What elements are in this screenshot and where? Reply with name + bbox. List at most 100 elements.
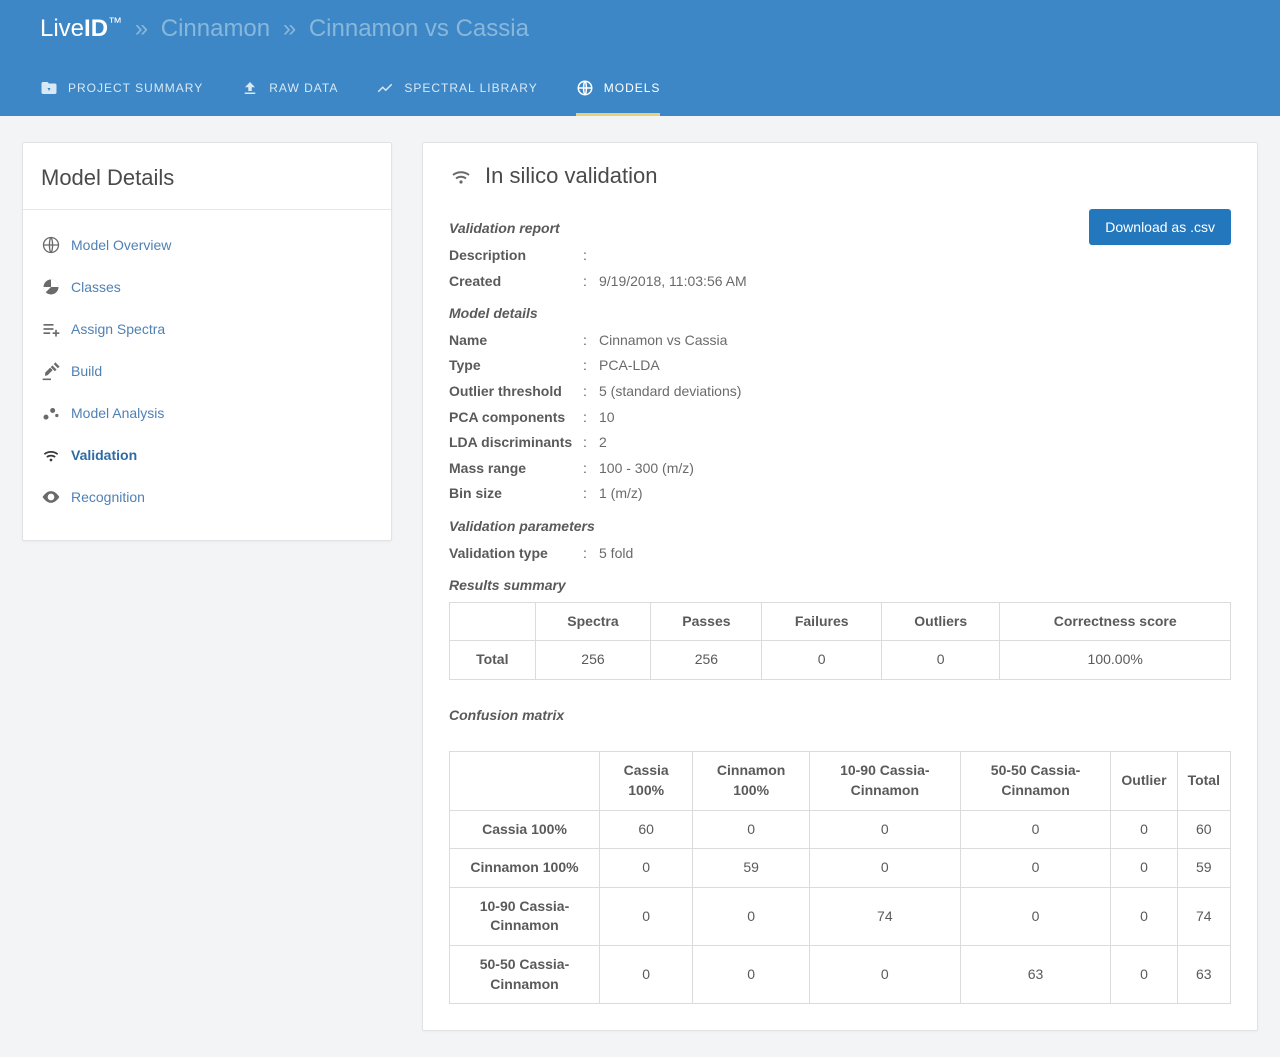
sidebar-item-classes[interactable]: Classes: [23, 266, 391, 308]
cell: 0: [960, 849, 1111, 888]
kv-sep: :: [583, 459, 593, 479]
kv-value: PCA-LDA: [599, 356, 660, 376]
cell: 0: [882, 641, 1000, 680]
results-summary-table: Spectra Passes Failures Outliers Correct…: [449, 602, 1231, 680]
kv-sep: :: [583, 433, 593, 453]
tab-models[interactable]: MODELS: [576, 64, 661, 116]
table-row: Cinnamon 100%05900059: [450, 849, 1231, 888]
sidebar-item-label: Assign Spectra: [71, 320, 165, 340]
eye-icon: [41, 487, 61, 507]
th: Outliers: [882, 602, 1000, 641]
cell: 60: [1177, 810, 1230, 849]
gavel-icon: [41, 361, 61, 381]
th: Spectra: [535, 602, 651, 641]
folder-icon: [40, 79, 58, 97]
th: [450, 602, 536, 641]
cell: 59: [1177, 849, 1230, 888]
table-row: 10-90 Cassia-Cinnamon00740074: [450, 887, 1231, 945]
cell: 100.00%: [1000, 641, 1231, 680]
globe-icon: [576, 79, 594, 97]
sidebar-title: Model Details: [23, 143, 391, 211]
table-row: 50-50 Cassia-Cinnamon00063063: [450, 946, 1231, 1004]
report-header: Validation report Description: Created:9…: [449, 209, 1231, 294]
th: Cassia 100%: [600, 752, 693, 810]
kv-value: 5 (standard deviations): [599, 382, 741, 402]
row-label: 10-90 Cassia-Cinnamon: [450, 887, 600, 945]
cell: 0: [1111, 849, 1177, 888]
kv-label: Mass range: [449, 459, 577, 479]
kv-name: Name:Cinnamon vs Cassia: [449, 328, 1231, 354]
row-label: 50-50 Cassia-Cinnamon: [450, 946, 600, 1004]
cell: 0: [960, 810, 1111, 849]
pie-icon: [41, 277, 61, 297]
kv-sep: :: [583, 272, 593, 292]
cell: 0: [1111, 810, 1177, 849]
kv-pca: PCA components:10: [449, 405, 1231, 431]
main: Model Details Model Overview Classes Ass…: [0, 116, 1280, 1057]
sidebar-item-recognition[interactable]: Recognition: [23, 476, 391, 518]
sidebar-item-build[interactable]: Build: [23, 350, 391, 392]
content-panel: In silico validation Validation report D…: [422, 142, 1258, 1032]
brand-live: Live: [40, 15, 84, 42]
cell: 0: [600, 849, 693, 888]
sidebar-item-label: Model Analysis: [71, 404, 164, 424]
table-header-row: Cassia 100% Cinnamon 100% 10-90 Cassia-C…: [450, 752, 1231, 810]
sidebar-item-label: Recognition: [71, 488, 145, 508]
sidebar-model-details: Model Details Model Overview Classes Ass…: [22, 142, 392, 542]
sidebar-item-assign-spectra[interactable]: Assign Spectra: [23, 308, 391, 350]
sidebar-item-label: Validation: [71, 446, 137, 466]
cell: 0: [600, 887, 693, 945]
th: Outlier: [1111, 752, 1177, 810]
cell: 63: [960, 946, 1111, 1004]
sidebar-item-label: Build: [71, 362, 102, 382]
breadcrumb-link-1[interactable]: Cinnamon: [161, 15, 270, 42]
th: Failures: [762, 602, 882, 641]
upload-icon: [241, 79, 259, 97]
th: Total: [1177, 752, 1230, 810]
cell: 256: [651, 641, 762, 680]
sidebar-item-validation[interactable]: Validation: [23, 434, 391, 476]
cell: 0: [600, 946, 693, 1004]
tab-raw-data[interactable]: RAW DATA: [241, 64, 338, 116]
row-label: Total: [450, 641, 536, 680]
report-meta: Validation report Description: Created:9…: [449, 209, 747, 294]
cell: 256: [535, 641, 651, 680]
cell: 60: [600, 810, 693, 849]
kv-bin-size: Bin size:1 (m/z): [449, 481, 1231, 507]
table-row: Total 256 256 0 0 100.00%: [450, 641, 1231, 680]
kv-created: Created:9/19/2018, 11:03:56 AM: [449, 269, 747, 295]
kv-value: 10: [599, 408, 615, 428]
app-header: LiveID™ » Cinnamon » Cinnamon vs Cassia …: [0, 0, 1280, 116]
cell: 0: [1111, 946, 1177, 1004]
kv-validation-type: Validation type:5 fold: [449, 541, 1231, 567]
download-csv-button[interactable]: Download as .csv: [1089, 209, 1231, 245]
scatter-icon: [41, 403, 61, 423]
kv-label: Type: [449, 356, 577, 376]
kv-label: Validation type: [449, 544, 577, 564]
tab-project-summary[interactable]: PROJECT SUMMARY: [40, 64, 203, 116]
list-plus-icon: [41, 319, 61, 339]
section-model-details: Model details: [449, 304, 1231, 324]
kv-label: PCA components: [449, 408, 577, 428]
page-title: In silico validation: [449, 161, 1231, 210]
sidebar-item-model-overview[interactable]: Model Overview: [23, 224, 391, 266]
cell: 0: [809, 810, 960, 849]
brand-tm: ™: [108, 14, 122, 30]
th: [450, 752, 600, 810]
tab-label: PROJECT SUMMARY: [68, 80, 203, 97]
kv-sep: :: [583, 246, 593, 266]
breadcrumb-link-2[interactable]: Cinnamon vs Cassia: [309, 15, 529, 42]
cell: 0: [693, 810, 810, 849]
kv-label: Outlier threshold: [449, 382, 577, 402]
nav-tabs: PROJECT SUMMARY RAW DATA SPECTRAL LIBRAR…: [40, 64, 1240, 116]
row-label: Cinnamon 100%: [450, 849, 600, 888]
section-results-summary: Results summary: [449, 576, 1231, 596]
page-title-text: In silico validation: [485, 161, 657, 192]
tab-spectral-library[interactable]: SPECTRAL LIBRARY: [376, 64, 537, 116]
kv-sep: :: [583, 382, 593, 402]
chart-line-icon: [376, 79, 394, 97]
section-validation-params: Validation parameters: [449, 517, 1231, 537]
breadcrumb-sep: »: [129, 15, 154, 42]
sidebar-item-model-analysis[interactable]: Model Analysis: [23, 392, 391, 434]
cell: 0: [693, 887, 810, 945]
